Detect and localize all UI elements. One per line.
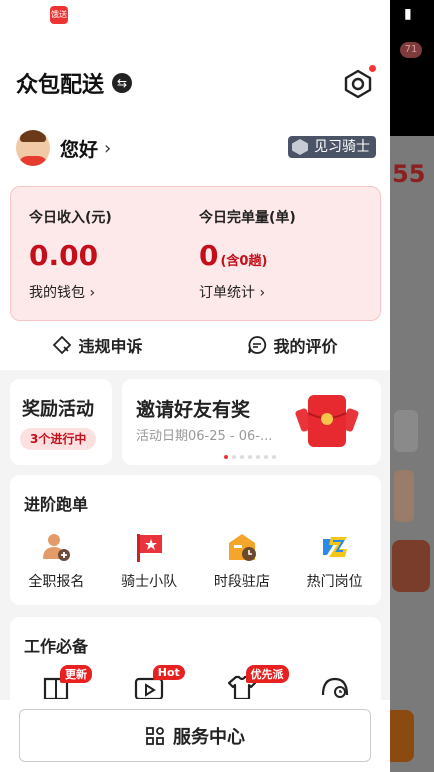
violation-appeal-button[interactable]: 违规申诉 (0, 330, 195, 360)
priority-tag: 优先派 (245, 665, 289, 683)
hot-position-button[interactable]: 热门岗位 (288, 531, 381, 591)
advanced-section-title: 进阶跑单 (24, 495, 89, 514)
rider-team-icon (137, 534, 163, 562)
today-orders: 今日完单量(单) 0 (含0趟) 订单统计 › (199, 207, 296, 302)
today-income: 今日收入(元) 0.00 我的钱包 › (29, 207, 112, 302)
appeal-icon (53, 335, 72, 355)
chevron-right-icon: › (104, 137, 112, 159)
carousel-dot (256, 455, 260, 459)
my-review-label: 我的评价 (273, 337, 338, 356)
settings-hex-icon (344, 69, 372, 99)
background-card (394, 410, 418, 452)
background-badge: 71 (400, 42, 422, 58)
my-review-button[interactable]: 我的评价 (195, 330, 390, 360)
fulltime-signup-label: 全职报名 (28, 574, 85, 590)
fulltime-signup-icon (43, 534, 71, 561)
rider-team-label: 骑士小队 (121, 574, 178, 590)
today-orders-value: 0 (199, 239, 219, 272)
chevron-right-icon: › (89, 285, 96, 301)
shift-store-label: 时段驻店 (213, 574, 270, 590)
hot-tag: Hot (152, 665, 185, 680)
invite-banner[interactable]: 邀请好友有奖 活动日期06-25 - 06-... (122, 379, 381, 465)
invite-date: 活动日期06-25 - 06-... (136, 429, 273, 444)
service-center-label: 服务中心 (173, 726, 245, 748)
work-item-helmet[interactable] (288, 665, 381, 699)
app-logo-icon: 饿送 (50, 6, 68, 24)
background-gift (392, 540, 430, 592)
orders-stats-label: 订单统计 (199, 285, 255, 301)
background-number: 55 (392, 160, 426, 188)
fulltime-signup-button[interactable]: 全职报名 (10, 531, 103, 591)
notification-dot (369, 65, 376, 72)
level-badge[interactable]: 见习骑士 (288, 136, 376, 158)
carousel-dot (224, 455, 228, 459)
hot-position-icon (322, 537, 347, 557)
battery-icon: ▮ (404, 6, 412, 22)
carousel-dot (264, 455, 268, 459)
service-center-button[interactable]: 服务中心 (19, 709, 371, 762)
today-income-value: 0.00 (29, 239, 99, 272)
today-income-label: 今日收入(元) (29, 210, 112, 226)
background-page: ▮ 71 55 (390, 0, 434, 772)
wallet-link-label: 我的钱包 (29, 285, 85, 301)
app-title: 众包配送 (16, 73, 105, 98)
orders-stats-link[interactable]: 订单统计 › (199, 282, 296, 302)
drawer-header-area: 饿送 众包配送 ⇆ 您好 › 见习骑士 今日收入(元) 0.00 我的钱包 › … (0, 0, 390, 370)
update-tag: 更新 (60, 665, 92, 683)
today-orders-label: 今日完单量(单) (199, 210, 296, 226)
income-card: 今日收入(元) 0.00 我的钱包 › 今日完单量(单) 0 (含0趟) 订单统… (10, 186, 381, 321)
advanced-grid: 全职报名 骑士小队 时段驻店 热门岗位 (10, 531, 381, 591)
grid-apps-icon (146, 726, 164, 745)
side-drawer: 饿送 众包配送 ⇆ 您好 › 见习骑士 今日收入(元) 0.00 我的钱包 › … (0, 0, 390, 772)
today-orders-sub: (含0趟) (220, 254, 268, 269)
work-icons-row: 更新 Hot 优先派 (10, 665, 381, 699)
action-row: 违规申诉 我的评价 (0, 330, 390, 360)
chevron-right-icon: › (259, 285, 266, 301)
background-button (390, 710, 414, 762)
carousel-dot (248, 455, 252, 459)
work-item-uniform[interactable]: 优先派 (196, 665, 289, 699)
carousel-dot (272, 455, 276, 459)
carousel-dot (232, 455, 236, 459)
reward-activity-card[interactable]: 奖励活动 3个进行中 (10, 379, 112, 465)
reward-count-badge: 3个进行中 (20, 428, 97, 450)
background-header: ▮ 71 (390, 0, 434, 136)
greeting: 您好 (60, 138, 99, 161)
work-item-guide[interactable]: 更新 (10, 665, 103, 699)
work-section-title: 工作必备 (24, 637, 89, 656)
avatar[interactable] (16, 130, 50, 166)
carousel-dots (224, 455, 276, 459)
comment-icon (248, 336, 267, 354)
helmet-icon (321, 677, 348, 698)
wallet-link[interactable]: 我的钱包 › (29, 282, 112, 302)
bottom-bar: 服务中心 (0, 700, 390, 772)
settings-button[interactable] (342, 65, 376, 100)
shift-store-icon (228, 534, 256, 561)
today-income-value-row: 0.00 (29, 239, 112, 272)
hot-position-label: 热门岗位 (306, 574, 363, 590)
advanced-running-card: 进阶跑单 全职报名 骑士小队 时段驻店 热门岗位 (10, 475, 381, 605)
title-row: 众包配送 ⇆ (16, 66, 133, 100)
red-envelope-icon (295, 395, 359, 447)
work-item-video[interactable]: Hot (103, 665, 196, 699)
user-row[interactable]: 您好 › 见习骑士 (16, 128, 376, 168)
carousel-dot (240, 455, 244, 459)
invite-title: 邀请好友有奖 (136, 399, 251, 421)
switch-icon[interactable]: ⇆ (112, 73, 133, 93)
rider-team-button[interactable]: 骑士小队 (103, 531, 196, 591)
level-label: 见习骑士 (314, 139, 370, 155)
background-card-orange (394, 470, 414, 522)
reward-title: 奖励活动 (22, 399, 94, 420)
today-orders-value-row: 0 (含0趟) (199, 239, 296, 272)
violation-appeal-label: 违规申诉 (78, 337, 143, 356)
shift-store-button[interactable]: 时段驻店 (196, 531, 289, 591)
gem-icon (292, 139, 308, 155)
